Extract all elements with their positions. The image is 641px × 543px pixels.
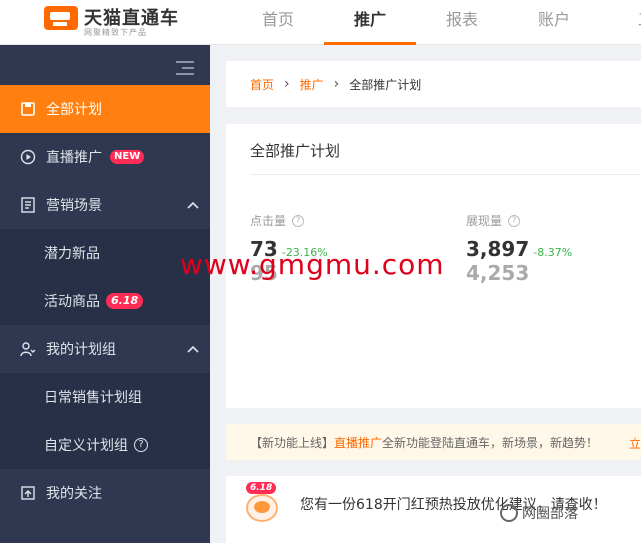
nav-promotion[interactable]: 推广: [324, 0, 416, 45]
sidebar-item-label: 日常销售计划组: [44, 390, 142, 406]
metric-value: 3,897: [466, 237, 530, 261]
sidebar-item-label: 我的关注: [46, 486, 102, 502]
nav-account[interactable]: 账户: [508, 0, 600, 45]
sidebar-item-label: 我的计划组: [46, 342, 116, 358]
metric-impressions: 展现量 ? 3,897 -8.37% 4,253: [466, 212, 572, 285]
user-group-icon: [20, 341, 36, 357]
brand-mark-icon: [500, 504, 518, 522]
sidebar-item-label: 直播推广: [46, 150, 102, 166]
sidebar-item-live[interactable]: 直播推广 NEW: [0, 133, 210, 181]
chevron-up-icon: [187, 201, 199, 209]
footer-brand-text: 网圈部落: [522, 506, 578, 522]
help-icon[interactable]: ?: [134, 438, 148, 452]
save-icon: [20, 101, 36, 117]
nav-reports[interactable]: 报表: [416, 0, 508, 45]
mascot-avatar: 6.18: [242, 482, 280, 524]
sidebar-item-all-plans[interactable]: 全部计划: [0, 85, 210, 133]
sidebar-item-label: 活动商品: [44, 294, 100, 310]
chevron-right-icon: ›: [333, 76, 340, 92]
top-header: 天猫直通车 网聚精致下产品 首页 推广 报表 账户 工: [0, 0, 641, 45]
breadcrumb-current: 全部推广计划: [349, 77, 422, 92]
upload-icon: [20, 485, 36, 501]
watermark-text: www.gmgmu.com: [180, 248, 445, 281]
618-badge: 6.18: [246, 482, 277, 494]
breadcrumb-promotion[interactable]: 推广: [300, 76, 324, 93]
notice-bar: 【新功能上线】 直播推广 全新功能登陆直通车，新场景，新趋势！ 立: [226, 424, 641, 460]
chevron-right-icon: ›: [284, 76, 290, 92]
help-icon[interactable]: ?: [508, 214, 521, 227]
breadcrumb-home[interactable]: 首页: [250, 76, 274, 93]
sidebar-item-event-products[interactable]: 活动商品 6.18: [0, 277, 210, 325]
play-icon: [20, 149, 36, 165]
collapse-menu-icon[interactable]: [176, 61, 194, 75]
train-icon: [44, 6, 78, 30]
618-badge: 6.18: [106, 293, 144, 309]
notice-link[interactable]: 直播推广: [334, 434, 382, 451]
sidebar-item-label: 全部计划: [46, 102, 102, 118]
page-title: 全部推广计划: [250, 142, 341, 160]
metric-label: 展现量: [466, 214, 503, 228]
sidebar-item-following[interactable]: 我的关注: [0, 469, 210, 517]
footer-brand: 网圈部落: [500, 503, 578, 523]
notice-text: 全新功能登陆直通车，新场景，新趋势！: [382, 435, 599, 450]
metric-previous: 4,253: [466, 261, 530, 285]
metric-change: -8.37%: [533, 246, 573, 259]
sidebar-item-label: 自定义计划组: [44, 438, 128, 454]
sidebar-item-new-products[interactable]: 潜力新品: [0, 229, 210, 277]
notice-prefix: 【新功能上线】: [250, 435, 335, 450]
promo-card[interactable]: 6.18 您有一份618开门红预热投放优化建议，请查收！: [226, 476, 641, 543]
sidebar-item-daily-sales-group[interactable]: 日常销售计划组: [0, 373, 210, 421]
sidebar-item-plan-groups[interactable]: 我的计划组: [0, 325, 210, 373]
divider: [250, 174, 641, 175]
brand-logo[interactable]: 天猫直通车 网聚精致下产品: [44, 4, 214, 40]
nav-tools[interactable]: 工: [600, 0, 641, 45]
help-icon[interactable]: ?: [292, 214, 305, 227]
sidebar: 全部计划 直播推广 NEW 营销场景 潜力新品 活动商品 6.18 我的计划组 …: [0, 45, 210, 543]
document-icon: [20, 197, 36, 213]
nav-home[interactable]: 首页: [232, 0, 324, 45]
main-nav: 首页 推广 报表 账户 工: [232, 0, 641, 45]
sidebar-item-label: 潜力新品: [44, 246, 100, 262]
metric-label: 点击量: [250, 214, 287, 228]
sidebar-item-label: 营销场景: [46, 198, 102, 214]
sidebar-item-custom-group[interactable]: 自定义计划组 ?: [0, 421, 210, 469]
new-badge: NEW: [110, 150, 145, 164]
breadcrumb: 首页 › 推广 › 全部推广计划: [226, 61, 641, 107]
chevron-up-icon: [187, 345, 199, 353]
sidebar-item-marketing[interactable]: 营销场景: [0, 181, 210, 229]
mascot-icon: [246, 494, 278, 522]
notice-action-link[interactable]: 立: [629, 435, 641, 452]
brand-slogan: 网聚精致下产品: [84, 28, 147, 37]
